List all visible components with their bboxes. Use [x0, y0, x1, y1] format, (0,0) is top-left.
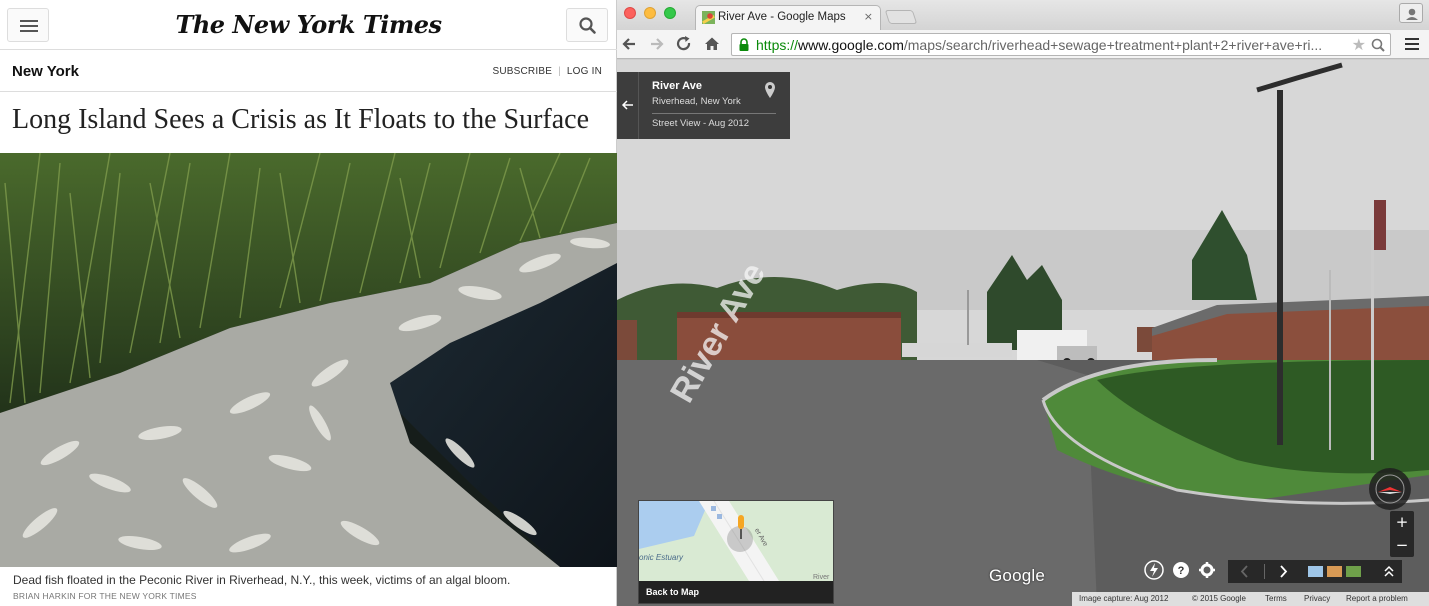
flash-icon[interactable]: [1143, 559, 1165, 581]
account-links: SUBSCRIBE | LOG IN: [492, 66, 602, 77]
nyt-article-pane: The New York Times New York SUBSCRIBE | LO…: [0, 0, 617, 606]
url-text[interactable]: https://www.google.com/maps/search/river…: [756, 37, 1346, 53]
mini-map-view[interactable]: onic Estuary River er Ave: [639, 501, 833, 581]
mini-map-road-label: River: [813, 574, 830, 581]
copyright-label: © 2015 Google: [1192, 594, 1246, 603]
mini-map[interactable]: onic Estuary River er Ave Back to Map: [638, 500, 834, 604]
new-tab-button[interactable]: [884, 10, 918, 24]
svg-text:?: ?: [1178, 565, 1185, 577]
section-bar: New York SUBSCRIBE | LOG IN: [0, 50, 617, 92]
home-icon[interactable]: [702, 34, 722, 54]
google-logo: Google: [989, 566, 1046, 585]
map-pin-icon[interactable]: [763, 81, 777, 99]
forward-arrow-icon[interactable]: [646, 34, 666, 54]
url-host: www.google.com: [798, 37, 904, 53]
back-arrow-icon[interactable]: [617, 72, 639, 139]
photo-strip-controls: [1228, 560, 1402, 583]
compass-icon[interactable]: [1369, 468, 1411, 510]
place-title: River Ave: [652, 80, 702, 92]
link-separator: |: [558, 66, 561, 77]
zoom-icon[interactable]: [1370, 37, 1386, 53]
terms-link[interactable]: Terms: [1265, 594, 1287, 603]
maximize-window-button[interactable]: [664, 7, 676, 19]
help-icon[interactable]: ?: [1170, 559, 1192, 581]
reload-icon[interactable]: [674, 34, 694, 54]
mini-map-water-label: onic Estuary: [639, 553, 684, 562]
thumbnail-1[interactable]: [1308, 566, 1323, 577]
image-capture-label: Image capture: Aug 2012: [1079, 594, 1169, 603]
nyt-logo[interactable]: The New York Times: [0, 10, 617, 39]
browser-window: River Ave - Google Maps × https://www.go…: [617, 0, 1429, 606]
capture-date-label: Street View - Aug 2012: [652, 118, 749, 129]
map-footer: Image capture: Aug 2012 © 2015 Google Te…: [1072, 592, 1429, 606]
thumbnail-2[interactable]: [1327, 566, 1342, 577]
tab-title: River Ave - Google Maps: [718, 11, 846, 23]
section-title[interactable]: New York: [12, 63, 79, 80]
profile-icon[interactable]: [1399, 3, 1423, 23]
photo-credit: BRIAN HARKIN FOR THE NEW YORK TIMES: [13, 591, 197, 601]
url-scheme: https://: [756, 37, 799, 53]
tab-strip: River Ave - Google Maps ×: [617, 0, 1429, 30]
thumbnail-3[interactable]: [1346, 566, 1361, 577]
photo-caption: Dead fish floated in the Peconic River i…: [13, 573, 511, 587]
chevron-right-icon[interactable]: [1276, 564, 1290, 579]
privacy-link[interactable]: Privacy: [1304, 594, 1330, 603]
back-arrow-icon[interactable]: [620, 34, 640, 54]
chevron-left-icon[interactable]: [1238, 564, 1252, 579]
location-info-card: River Ave Riverhead, New York Street Vie…: [617, 72, 790, 139]
browser-toolbar: https://www.google.com/maps/search/river…: [617, 30, 1429, 59]
address-bar[interactable]: https://www.google.com/maps/search/river…: [731, 33, 1391, 56]
nyt-header: The New York Times: [0, 0, 617, 50]
info-divider: [652, 113, 776, 114]
tab-google-maps[interactable]: River Ave - Google Maps ×: [695, 5, 881, 30]
article-photo: [0, 153, 617, 567]
place-subtitle: Riverhead, New York: [652, 96, 741, 107]
tab-close-icon[interactable]: ×: [864, 10, 873, 23]
street-view-panorama[interactable]: River Ave River Ave Riverhead, New York …: [617, 60, 1429, 606]
zoom-in-button[interactable]: +: [1390, 511, 1414, 533]
star-icon[interactable]: ★: [1352, 35, 1366, 54]
search-icon[interactable]: [566, 8, 608, 42]
screen: The New York Times New York SUBSCRIBE | LO…: [0, 0, 1429, 606]
nav-divider: [1264, 564, 1265, 579]
url-path: /maps/search/riverhead+sewage+treatment+…: [903, 37, 1323, 53]
close-window-button[interactable]: [624, 7, 636, 19]
zoom-control: + −: [1390, 511, 1414, 557]
chrome-menu-icon[interactable]: [1405, 38, 1419, 50]
subscribe-link[interactable]: SUBSCRIBE: [492, 66, 552, 77]
lock-icon: [739, 38, 749, 51]
expand-up-icon[interactable]: [1382, 564, 1396, 579]
report-problem-link[interactable]: Report a problem: [1346, 594, 1408, 603]
maps-favicon-icon: [702, 11, 715, 24]
settings-gear-icon[interactable]: [1196, 559, 1218, 581]
zoom-out-button[interactable]: −: [1390, 534, 1414, 556]
article-headline: Long Island Sees a Crisis as It Floats t…: [12, 104, 590, 135]
minimize-window-button[interactable]: [644, 7, 656, 19]
back-to-map-button[interactable]: Back to Map: [646, 587, 699, 597]
login-link[interactable]: LOG IN: [567, 66, 602, 77]
